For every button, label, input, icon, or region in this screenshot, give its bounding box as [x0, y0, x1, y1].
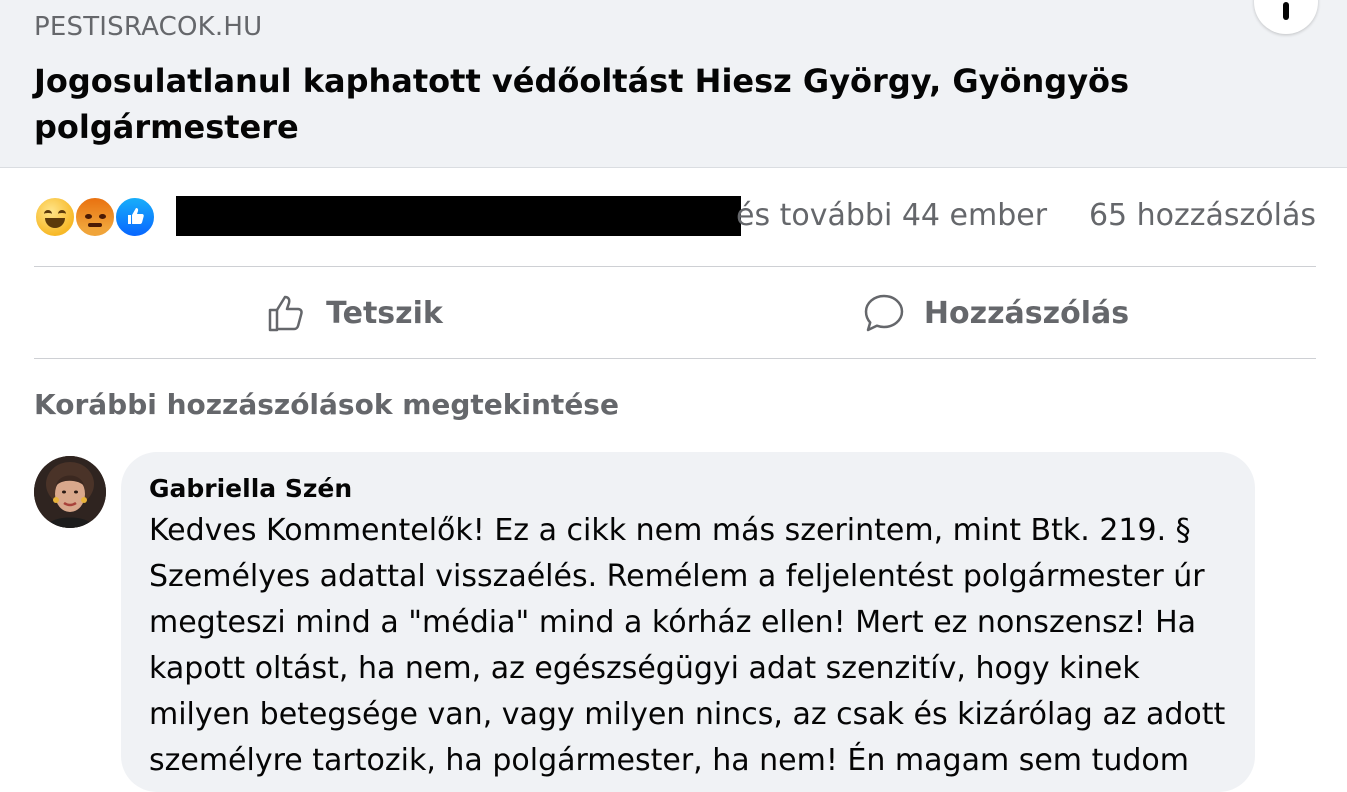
comment-bubble: Gabriella Szén Kedves Kommentelők! Ez a … — [121, 452, 1255, 792]
post-action-bar: Tetszik Hozzászólás — [34, 268, 1316, 358]
redacted-reactor-names — [176, 196, 741, 236]
link-preview-card[interactable]: PESTISRACOK.HU Jogosulatlanul kaphatott … — [0, 0, 1347, 168]
comment-bubble-icon — [864, 294, 904, 332]
avatar[interactable] — [34, 456, 106, 528]
more-options-button[interactable] — [1254, 0, 1318, 34]
view-previous-comments-link[interactable]: Korábbi hozzászólások megtekintése — [34, 388, 619, 421]
link-headline[interactable]: Jogosulatlanul kaphatott védőoltást Hies… — [34, 58, 1184, 150]
like-reaction-icon — [114, 196, 156, 238]
comment-author-name[interactable]: Gabriella Szén — [149, 474, 352, 503]
divider-top — [34, 266, 1316, 267]
reaction-icons-group[interactable] — [34, 196, 164, 240]
like-button[interactable]: Tetszik — [34, 268, 675, 358]
comment-count-link[interactable]: 65 hozzászólás — [1089, 198, 1316, 233]
link-source-domain: PESTISRACOK.HU — [34, 12, 263, 42]
thumbs-up-icon — [268, 295, 303, 332]
haha-reaction-icon — [34, 196, 76, 238]
comment-text: Kedves Kommentelők! Ez a cikk nem más sz… — [149, 513, 1226, 778]
comment-button-label: Hozzászólás — [923, 295, 1130, 331]
like-button-label: Tetszik — [326, 295, 443, 331]
divider-bottom — [34, 358, 1316, 359]
angry-reaction-icon — [74, 196, 116, 238]
more-options-icon — [1283, 2, 1289, 20]
comment-button[interactable]: Hozzászólás — [675, 268, 1316, 358]
reactors-text[interactable]: és további 44 ember — [736, 198, 1047, 233]
reactions-summary: és további 44 ember 65 hozzászólás — [34, 192, 1316, 244]
